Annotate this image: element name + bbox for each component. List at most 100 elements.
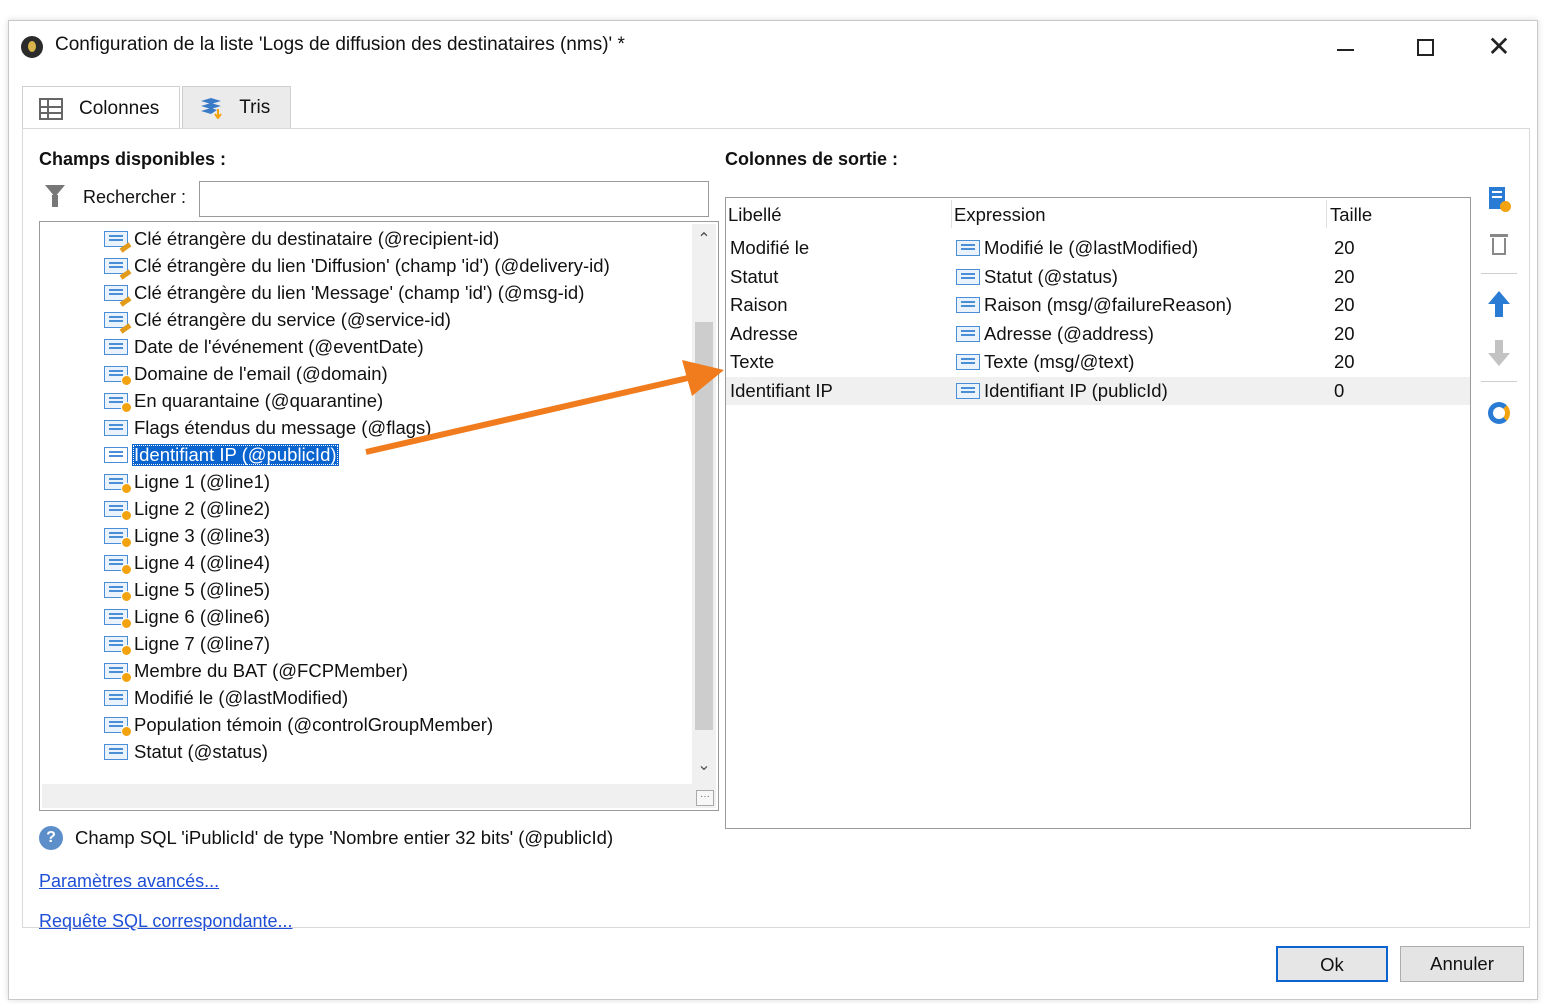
horizontal-scrollbar[interactable]: [42, 784, 692, 808]
tree-item-label: Flags étendus du message (@flags): [134, 417, 432, 438]
close-button[interactable]: ✕: [1469, 27, 1529, 67]
delete-icon[interactable]: [1485, 231, 1513, 259]
sql-query-link[interactable]: Requête SQL correspondante...: [39, 911, 293, 932]
tab-colonnes[interactable]: Colonnes: [22, 86, 181, 130]
foreign-key-field-icon: [104, 284, 132, 307]
ok-button[interactable]: Ok: [1276, 946, 1388, 982]
tree-item[interactable]: Population témoin (@controlGroupMember): [104, 712, 495, 738]
cell-expression-text: Raison (msg/@failureReason): [984, 294, 1233, 316]
tree-item[interactable]: Clé étrangère du lien 'Diffusion' (champ…: [104, 253, 612, 280]
output-columns-table[interactable]: Libellé Expression Taille Modifié le Modi…: [725, 197, 1471, 829]
tab-tris[interactable]: Tris: [182, 86, 292, 128]
table-row[interactable]: Statut Statut (@status) 20: [726, 263, 1470, 291]
tree-item-label: Modifié le (@lastModified): [134, 687, 349, 708]
scroll-down-icon[interactable]: ⌄: [692, 754, 716, 778]
search-label: Rechercher :: [83, 187, 187, 207]
output-columns-title: Colonnes de sortie :: [725, 149, 899, 169]
cell-size: 20: [1334, 322, 1355, 344]
tree-item[interactable]: Domaine de l'email (@domain): [104, 361, 390, 387]
more-icon[interactable]: ···: [696, 790, 714, 806]
minimize-button[interactable]: [1315, 27, 1375, 67]
tree-item[interactable]: Ligne 6 (@line6): [104, 604, 272, 630]
toolbar-divider: [1481, 381, 1517, 382]
move-up-icon[interactable]: [1485, 291, 1513, 319]
tree-item[interactable]: Statut (@status): [104, 739, 270, 765]
column-header-size[interactable]: Taille: [1330, 204, 1372, 226]
cell-size: 20: [1334, 265, 1355, 287]
scroll-thumb[interactable]: [695, 322, 713, 730]
enum-field-icon: [104, 554, 132, 575]
enum-field-icon: [104, 473, 132, 494]
tree-item[interactable]: Modifié le (@lastModified): [104, 685, 350, 711]
column-header-expression[interactable]: Expression: [954, 204, 1046, 226]
cell-label: Statut: [730, 265, 779, 287]
cell-label: Texte: [730, 351, 775, 373]
tree-item[interactable]: Membre du BAT (@FCPMember): [104, 658, 410, 684]
tree-item-label: Ligne 7 (@line7): [134, 633, 271, 654]
cell-expression: Adresse (@address): [956, 323, 1154, 345]
tree-item[interactable]: Clé étrangère du lien 'Message' (champ '…: [104, 280, 586, 307]
tree-item[interactable]: En quarantaine (@quarantine): [104, 388, 385, 414]
tree-item-label: Clé étrangère du lien 'Diffusion' (champ…: [134, 255, 610, 276]
distribution-icon[interactable]: [1485, 399, 1513, 427]
maximize-button[interactable]: [1395, 27, 1455, 67]
grid-icon: [39, 97, 63, 120]
tree-item[interactable]: Clé étrangère du destinataire (@recipien…: [104, 226, 501, 253]
vertical-scrollbar[interactable]: ⌃ ⌄: [692, 224, 716, 808]
tree-item[interactable]: Ligne 1 (@line1): [104, 469, 272, 495]
table-row[interactable]: Identifiant IP Identifiant IP (publicId) 0: [726, 377, 1470, 405]
cell-label: Raison: [730, 294, 788, 316]
tree-item[interactable]: Date de l'événement (@eventDate): [104, 334, 426, 360]
foreign-key-field-icon: [104, 230, 132, 253]
tree-item[interactable]: Ligne 7 (@line7): [104, 631, 272, 657]
add-column-icon[interactable]: [1485, 185, 1513, 213]
search-row: Rechercher :: [39, 181, 711, 217]
field-icon: [956, 239, 982, 257]
table-row[interactable]: Adresse Adresse (@address) 20: [726, 320, 1470, 348]
table-row[interactable]: Raison Raison (msg/@failureReason) 20: [726, 291, 1470, 319]
field-icon: [956, 296, 982, 314]
tree-item-label: Population témoin (@controlGroupMember): [134, 714, 494, 735]
move-down-icon[interactable]: [1485, 339, 1513, 367]
field-icon: [104, 419, 130, 437]
cancel-button[interactable]: Annuler: [1400, 946, 1524, 982]
enum-field-icon: [104, 581, 132, 602]
title-bar: Configuration de la liste 'Logs de diffu…: [9, 21, 1537, 73]
advanced-settings-link[interactable]: Paramètres avancés...: [39, 871, 219, 892]
sort-icon: [201, 97, 223, 119]
scroll-up-icon[interactable]: ⌃: [692, 228, 716, 252]
search-input[interactable]: [199, 181, 709, 217]
cell-expression: Raison (msg/@failureReason): [956, 294, 1232, 316]
tree-item[interactable]: Ligne 2 (@line2): [104, 496, 272, 522]
column-divider[interactable]: [1326, 200, 1327, 228]
table-row[interactable]: Modifié le Modifié le (@lastModified) 20: [726, 234, 1470, 262]
tree-item-label: Ligne 4 (@line4): [134, 552, 271, 573]
cell-size: 0: [1334, 380, 1345, 401]
cell-expression: Texte (msg/@text): [956, 351, 1134, 373]
tree-item[interactable]: Clé étrangère du service (@service-id): [104, 307, 453, 334]
cell-size: 20: [1334, 351, 1355, 373]
tree-item[interactable]: Identifiant IP (@publicId): [104, 442, 339, 468]
enum-field-icon: [104, 608, 132, 629]
field-info-text: Champ SQL 'iPublicId' de type 'Nombre en…: [75, 827, 614, 848]
tree-item-label: En quarantaine (@quarantine): [134, 390, 384, 411]
tree-item[interactable]: Ligne 4 (@line4): [104, 550, 272, 576]
help-icon: ?: [39, 826, 63, 850]
tree-item-label: Ligne 1 (@line1): [134, 471, 271, 492]
tree-item-label: Clé étrangère du service (@service-id): [134, 309, 451, 330]
enum-field-icon: [104, 500, 132, 521]
ok-button-label: Ok: [1320, 954, 1344, 975]
tree-item-label: Ligne 5 (@line5): [134, 579, 271, 600]
field-icon: [956, 353, 982, 371]
available-fields-tree[interactable]: Clé étrangère du destinataire (@recipien…: [39, 221, 719, 811]
column-header-label[interactable]: Libellé: [728, 204, 782, 226]
table-row[interactable]: Texte Texte (msg/@text) 20: [726, 348, 1470, 376]
app-logo-icon: [21, 36, 43, 58]
enum-field-icon: [104, 662, 132, 683]
tree-item[interactable]: Flags étendus du message (@flags): [104, 415, 433, 441]
tree-item[interactable]: Ligne 5 (@line5): [104, 577, 272, 603]
column-divider[interactable]: [951, 200, 952, 228]
cell-expression-text: Adresse (@address): [984, 322, 1154, 344]
tree-item[interactable]: Ligne 3 (@line3): [104, 523, 272, 549]
field-icon: [104, 743, 130, 761]
